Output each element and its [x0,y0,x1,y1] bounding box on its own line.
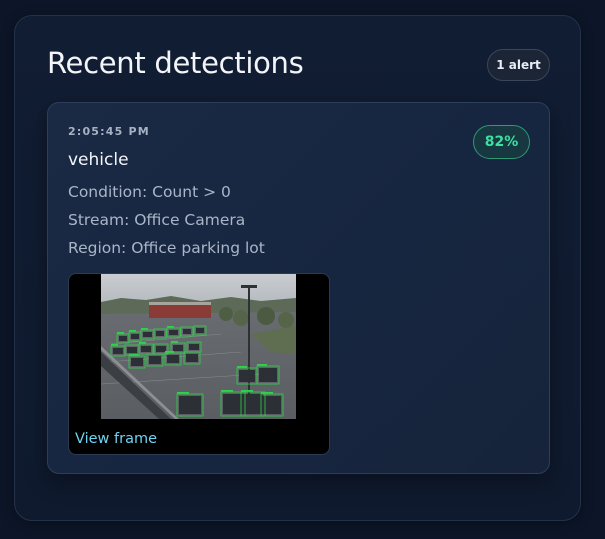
alert-count-badge: 1 alert [487,49,550,81]
recent-detections-panel: Recent detections 1 alert 2:05:45 PM veh… [14,15,581,521]
detection-card[interactable]: 2:05:45 PM vehicle Condition: Count > 0 … [47,102,550,474]
parking-lot-camera-frame-image [101,274,296,419]
panel-title: Recent detections [47,46,304,80]
frame-thumbnail[interactable]: View frame [68,273,330,455]
detection-region: Region: Office parking lot [68,239,265,257]
detection-timestamp: 2:05:45 PM [68,125,150,138]
detection-label: vehicle [68,150,129,170]
detection-stream: Stream: Office Camera [68,211,246,229]
detection-condition: Condition: Count > 0 [68,183,231,201]
confidence-badge: 82% [473,125,530,159]
view-frame-link[interactable]: View frame [75,431,157,447]
